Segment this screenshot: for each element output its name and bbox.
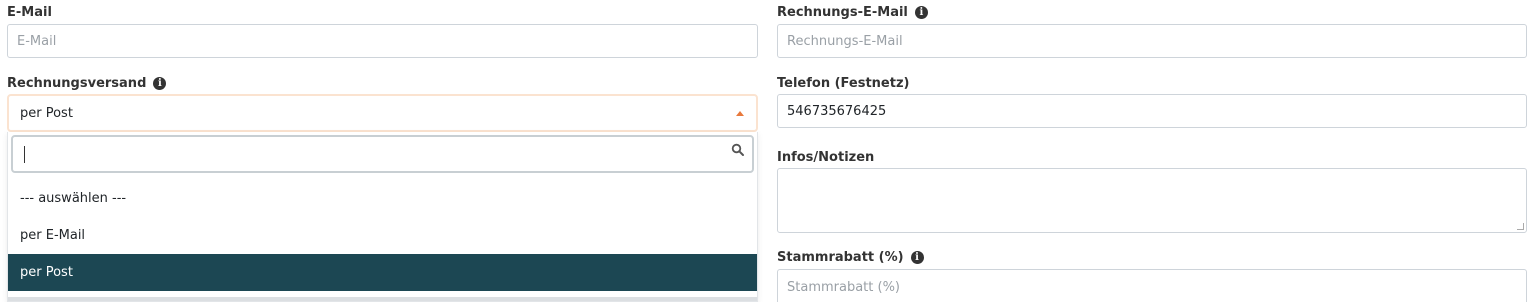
rechnungs-email-placeholder: Rechnungs-E-Mail — [787, 33, 903, 49]
email-placeholder: E-Mail — [17, 33, 57, 49]
infos-label: Infos/Notizen — [777, 150, 874, 165]
telefon-field[interactable]: 546735676425 — [777, 94, 1527, 128]
stammrabatt-placeholder: Stammrabatt (%) — [787, 279, 900, 295]
rechnungsversand-select[interactable]: per Post — [7, 94, 758, 132]
search-icon — [731, 143, 744, 156]
dropdown-search-input[interactable] — [11, 135, 754, 173]
email-field[interactable]: E-Mail — [7, 24, 758, 58]
stammrabatt-label: Stammrabatt (%) i — [777, 250, 924, 265]
dropdown-bottom-edge — [8, 297, 757, 301]
rechnungsversand-label-text: Rechnungsversand — [7, 76, 147, 91]
rechnungs-email-label-text: Rechnungs-E-Mail — [777, 5, 908, 20]
email-label: E-Mail — [7, 5, 52, 20]
email-label-text: E-Mail — [7, 5, 52, 20]
telefon-value: 546735676425 — [787, 103, 887, 119]
option-per-post[interactable]: per Post — [8, 254, 757, 291]
telefon-label-text: Telefon (Festnetz) — [777, 76, 910, 91]
rechnungs-email-field[interactable]: Rechnungs-E-Mail — [777, 24, 1527, 58]
info-icon[interactable]: i — [910, 251, 924, 264]
stammrabatt-label-text: Stammrabatt (%) — [777, 250, 904, 265]
telefon-label: Telefon (Festnetz) — [777, 76, 909, 91]
option-per-email[interactable]: per E-Mail — [8, 217, 757, 254]
resize-handle[interactable] — [1517, 223, 1524, 230]
info-icon[interactable]: i — [914, 6, 928, 19]
stammrabatt-field[interactable]: Stammrabatt (%) — [777, 269, 1527, 302]
option-label: per Post — [20, 265, 73, 280]
info-icon[interactable]: i — [153, 77, 167, 90]
option-auswaehlen[interactable]: --- auswählen --- — [8, 180, 757, 217]
caret-up-icon — [736, 111, 744, 116]
select-dropdown: --- auswählen --- per E-Mail per Post — [7, 132, 758, 302]
rechnungs-email-label: Rechnungs-E-Mail i — [777, 5, 928, 20]
select-current-value: per Post — [20, 105, 73, 121]
option-label: per E-Mail — [20, 228, 86, 243]
option-label: --- auswählen --- — [20, 191, 127, 206]
infos-textarea[interactable] — [777, 168, 1527, 233]
rechnungsversand-label: Rechnungsversand i — [7, 76, 167, 91]
text-cursor — [24, 146, 25, 163]
infos-label-text: Infos/Notizen — [777, 150, 875, 165]
